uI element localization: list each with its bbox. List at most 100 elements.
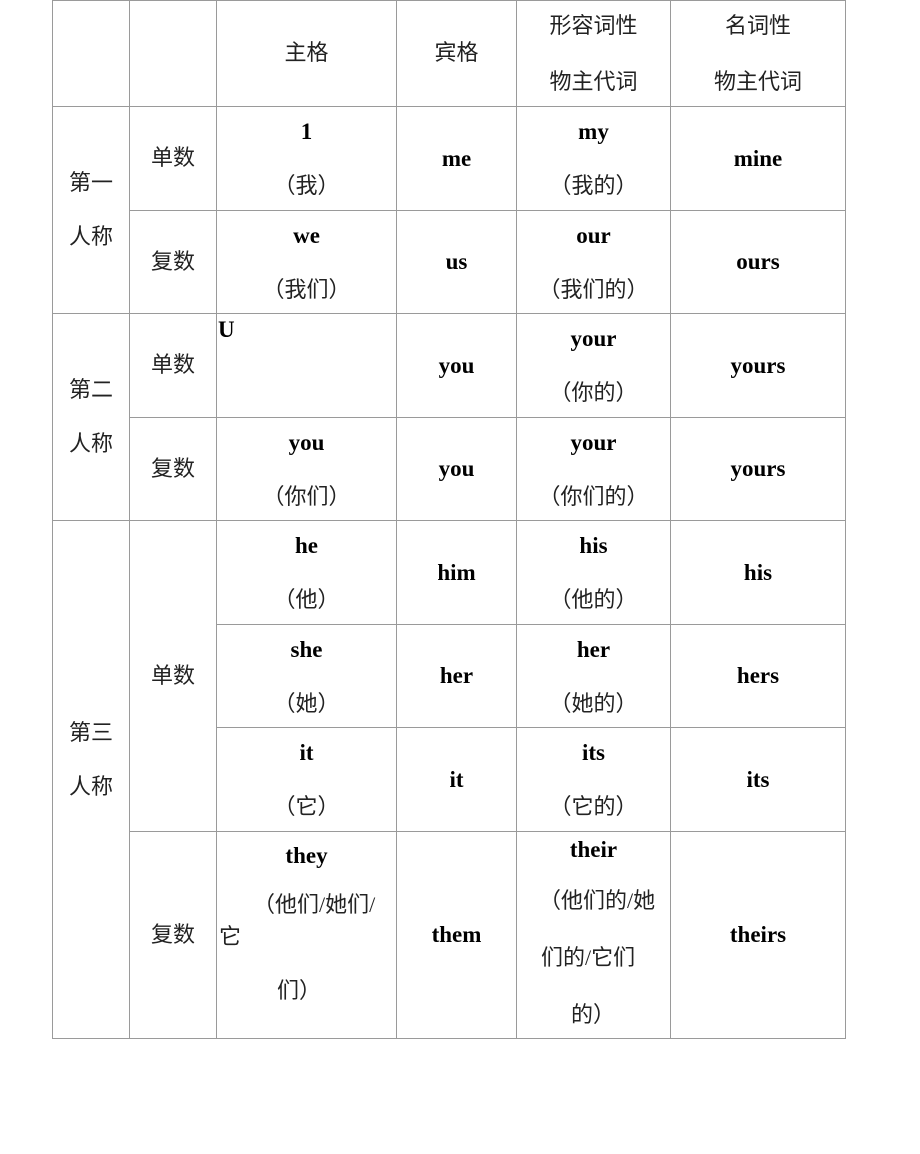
subject-word: she: [290, 636, 323, 662]
adj-word: my: [578, 119, 609, 144]
cell-object: you: [396, 417, 517, 521]
cell-noun: his: [670, 520, 846, 625]
subject-word: it: [299, 740, 314, 765]
cell-adj: its （它的）: [516, 727, 671, 832]
group-first-line2: 人称: [68, 224, 113, 249]
object-word: us: [445, 249, 468, 274]
adj-translation: （他的）: [549, 587, 638, 612]
header-adj-line1: 形容词性: [549, 12, 638, 38]
cell-object: us: [396, 210, 517, 314]
subject-translation: （我们）: [262, 276, 351, 302]
cell-adj: your （你的）: [516, 313, 671, 418]
number-plural: 复数: [129, 210, 217, 314]
table-row: 第三 人称 单数 he （他） him his （他的） his: [52, 520, 846, 1039]
table-row: 第一 人称 单数 1 （我） me my （我的） mine: [52, 106, 846, 314]
noun-word: yours: [730, 456, 786, 481]
cell-object: him: [396, 520, 517, 625]
adj-word: your: [570, 429, 617, 455]
adj-translation: （你们的）: [538, 483, 649, 509]
subject-translation-line3: 们）: [277, 978, 322, 1003]
adj-word: its: [582, 740, 605, 765]
cell-subject: he （他）: [216, 520, 397, 625]
table-row: 复数 you （你们） you your （你们的） yours: [53, 417, 846, 521]
adj-translation: （她的）: [549, 690, 638, 716]
number-label: 单数: [150, 352, 195, 377]
cell-subject: she （她）: [216, 624, 397, 728]
object-word: her: [439, 663, 474, 688]
number-plural: 复数: [129, 417, 217, 521]
header-adj-line2: 物主代词: [549, 68, 638, 94]
noun-word: hers: [736, 663, 780, 688]
cell-noun: its: [670, 727, 846, 832]
header-blank-1: [52, 0, 130, 107]
table-row: 复数 we （我们） us our （我们的） ours: [53, 210, 846, 314]
group-third-person: 第三 人称: [52, 520, 130, 1039]
cell-noun: ours: [670, 210, 846, 314]
header-subject-label: 主格: [284, 40, 329, 65]
pronoun-table: 主格 宾格 形容词性物主代词 名词性物主代词 第一 人称 单数 1 （我） me m…: [52, 0, 846, 1039]
subject-translation: （它）: [273, 794, 340, 819]
header-noun-possessive: 名词性 物主代词: [670, 0, 846, 107]
number-singular: 单数: [129, 106, 217, 211]
subject-translation: （你们）: [262, 483, 351, 509]
subject-word: 1: [300, 119, 313, 144]
adj-translation-line2: 们的/它们: [541, 945, 636, 970]
header-noun-line1: 名词性: [724, 12, 791, 38]
cell-object: me: [396, 106, 517, 211]
object-word: you: [438, 456, 475, 481]
table-row: 第二人称 单数 U you your （你的） yours: [52, 313, 846, 521]
adj-translation: （我们的）: [538, 276, 649, 302]
cell-subject: they （他们/她们/ 它 们）: [216, 831, 397, 1039]
header-row: 主格 宾格 形容词性物主代词 名词性物主代词: [52, 0, 846, 107]
object-word: you: [438, 352, 475, 378]
noun-word: mine: [733, 145, 783, 171]
subject-word: we: [293, 222, 320, 248]
table-row: 复数 they （他们/她们/ 它 们） them their （他们的/她 们…: [53, 831, 846, 1039]
adj-translation: （我的）: [549, 173, 638, 198]
subject-word: he: [295, 533, 318, 558]
subject-word: they: [285, 843, 328, 868]
adj-translation: （你的）: [549, 380, 638, 405]
header-adj-possessive: 形容词性 物主代词: [516, 0, 671, 107]
cell-adj: our （我们的）: [516, 210, 671, 314]
adj-translation-line3: 的）: [571, 1002, 616, 1027]
object-word: him: [437, 559, 476, 585]
subject-translation-line2: 它: [219, 924, 242, 949]
cell-object: you: [396, 313, 517, 418]
header-blank-2: [129, 0, 217, 107]
group-second-person: 第二 人称: [52, 313, 130, 521]
adj-word: our: [576, 222, 611, 248]
adj-word: your: [570, 326, 617, 351]
cell-noun: yours: [670, 417, 846, 521]
group-third-line2: 人称: [68, 773, 113, 799]
subject-word: you: [288, 429, 325, 455]
adj-word: her: [576, 636, 611, 662]
cell-adj: their （他们的/她 们的/它们 的）: [516, 831, 671, 1039]
subject-translation-line1: （他们/她们/: [253, 892, 376, 917]
cell-object: it: [396, 727, 517, 832]
group-third-line1: 第三: [68, 719, 113, 745]
cell-subject: 1 （我）: [216, 106, 397, 211]
subject-word: U: [218, 317, 235, 342]
cell-adj: her （她的）: [516, 624, 671, 728]
group-second-line2: 人称: [68, 431, 113, 456]
header-object: 宾格: [396, 0, 517, 107]
noun-word: yours: [730, 352, 786, 378]
adj-translation: （它的）: [549, 794, 638, 819]
cell-object: them: [396, 831, 517, 1039]
group-second-line1: 第二: [68, 377, 113, 402]
number-label: 单数: [150, 662, 195, 688]
number-label: 单数: [150, 145, 195, 170]
header-noun-line2: 物主代词: [713, 68, 802, 94]
number-label: 复数: [150, 455, 195, 481]
subject-translation: （她）: [273, 690, 340, 716]
cell-adj: your （你们的）: [516, 417, 671, 521]
adj-word: their: [569, 837, 618, 862]
group-first-person: 第一 人称: [52, 106, 130, 314]
cell-subject: it （它）: [216, 727, 397, 832]
object-word: me: [441, 145, 472, 171]
cell-subject: U: [216, 313, 397, 418]
number-label: 复数: [150, 921, 195, 947]
header-object-label: 宾格: [434, 40, 479, 65]
cell-noun: theirs: [670, 831, 846, 1039]
